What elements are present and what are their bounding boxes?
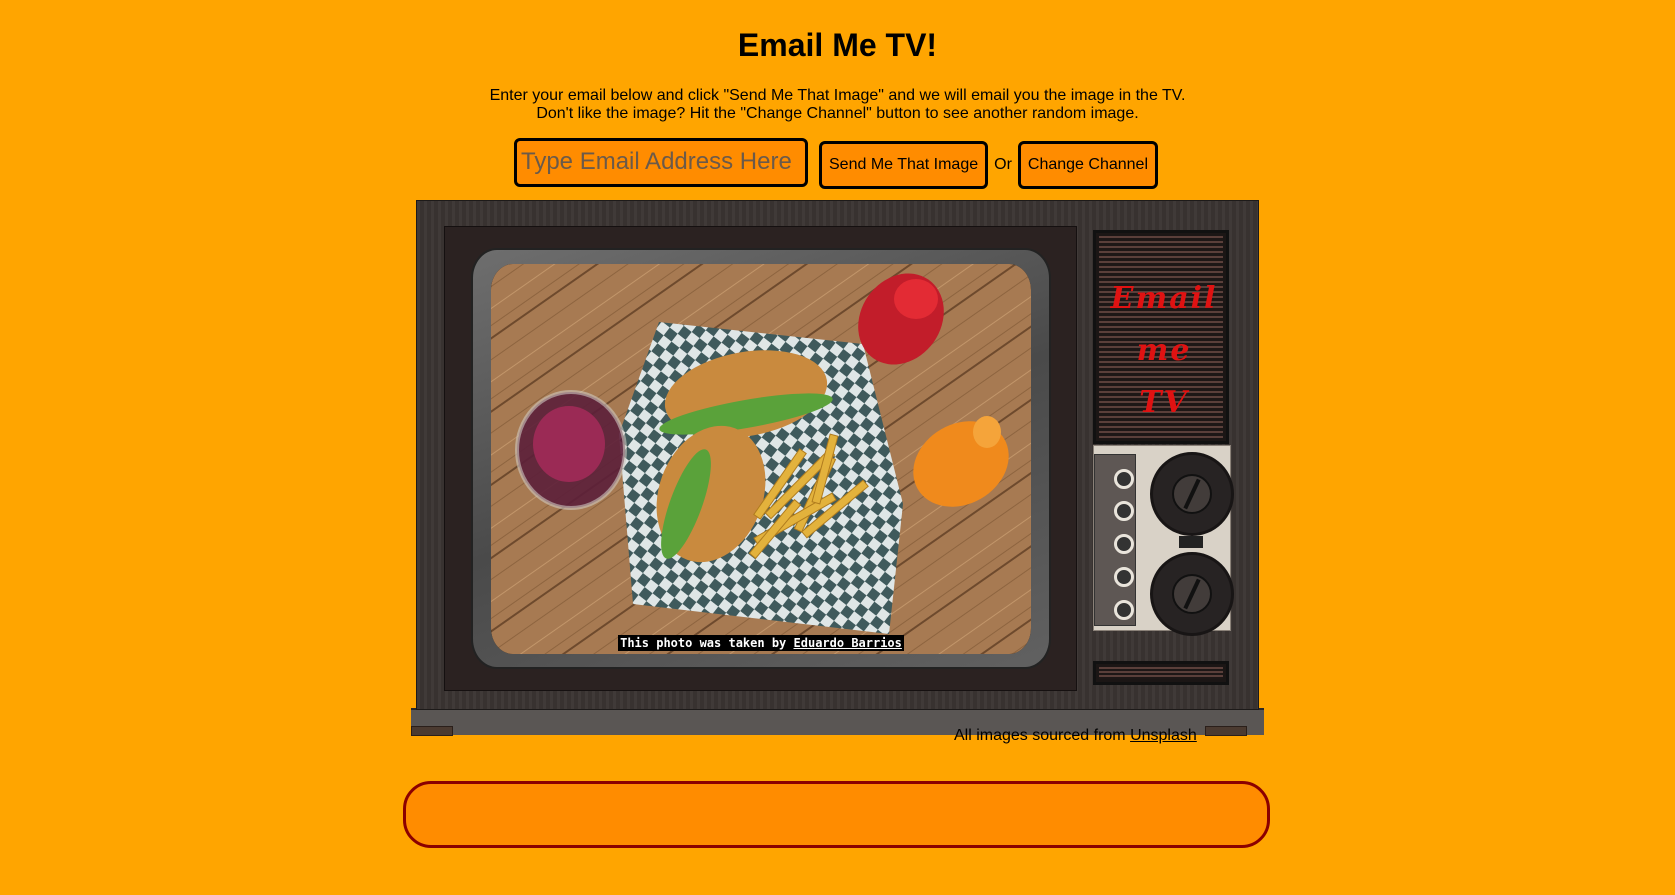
tv-photo: [491, 264, 1031, 654]
tv-button-4: [1114, 567, 1134, 587]
or-label: Or: [994, 156, 1012, 173]
retro-tv: This photo was taken by Eduardo Barrios …: [411, 200, 1264, 736]
photo-credit: This photo was taken by Eduardo Barrios: [491, 635, 1031, 651]
page-title: Email Me TV!: [737, 27, 938, 63]
unsplash-link[interactable]: Unsplash: [1130, 727, 1197, 744]
tv-logo-line-3: TV: [1139, 385, 1189, 420]
tv-logo-line-2: me: [1136, 333, 1192, 368]
speaker-grille-panel: Email me TV: [1093, 230, 1229, 444]
tv-button-1: [1114, 469, 1134, 489]
volume-dial: [1150, 552, 1234, 636]
status-message-box: [403, 781, 1270, 848]
volume-dial-center: [1172, 574, 1212, 614]
tv-logo-line-1: Email: [1110, 281, 1218, 316]
tv-button-5: [1114, 600, 1134, 620]
screen-bezel: This photo was taken by Eduardo Barrios: [471, 248, 1051, 669]
change-channel-button[interactable]: Change Channel: [1017, 141, 1158, 189]
tv-button-strip: [1094, 454, 1136, 626]
instructions-line-1: Enter your email below and click "Send M…: [489, 87, 1186, 104]
tv-foot-left: [411, 726, 453, 736]
channel-dial-center: [1172, 474, 1212, 514]
instructions-line-2: Don't like the image? Hit the "Change Ch…: [536, 105, 1139, 122]
tv-cabinet: This photo was taken by Eduardo Barrios …: [416, 200, 1259, 710]
channel-dial: [1150, 452, 1234, 536]
bottom-vent: [1093, 661, 1229, 685]
image-source-note: All images sourced from Unsplash: [954, 727, 1197, 745]
tv-foot-right: [1205, 726, 1247, 736]
instructions: Enter your email below and click "Send M…: [0, 87, 1675, 123]
photo-credit-prefix: This photo was taken by: [620, 636, 787, 650]
screen-frame: This photo was taken by Eduardo Barrios: [444, 226, 1077, 691]
dial-divider: [1179, 536, 1203, 548]
email-input[interactable]: [514, 137, 808, 187]
tv-button-3: [1114, 534, 1134, 554]
source-prefix: All images sourced from: [954, 727, 1126, 744]
send-image-button[interactable]: Send Me That Image: [819, 141, 989, 189]
tv-button-2: [1114, 501, 1134, 521]
tv-screen: This photo was taken by Eduardo Barrios: [491, 264, 1031, 654]
tv-logo: Email me TV: [1096, 273, 1232, 429]
email-controls: Send Me That Image Or Change Channel: [514, 134, 1158, 190]
photographer-link[interactable]: Eduardo Barrios: [794, 636, 902, 650]
bottom-vent-grille: [1099, 667, 1223, 679]
tv-control-panel: [1093, 445, 1234, 636]
